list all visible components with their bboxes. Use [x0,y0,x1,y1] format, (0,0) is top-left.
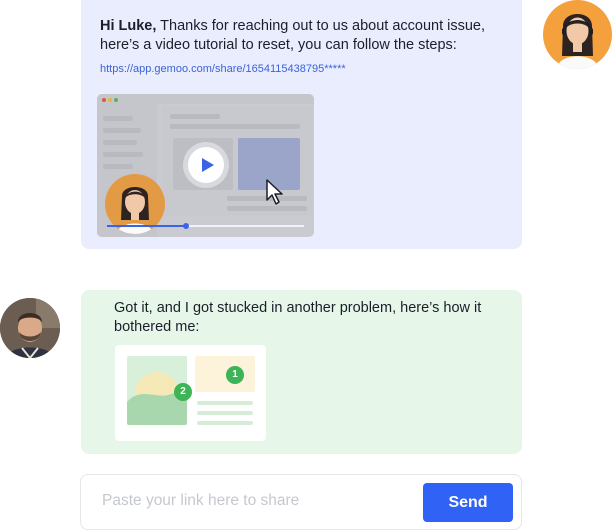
video-progress-fill [107,225,186,227]
window-maximize-dot [114,98,118,102]
agent-message-body: Thanks for reaching out to us about acco… [100,18,486,53]
agent-avatar [543,0,612,69]
image-attachment[interactable]: 1 2 [115,345,266,441]
agent-message-text: Hi Luke, Thanks for reaching out to us a… [100,17,510,55]
message-composer: Send [80,474,522,530]
placeholder-line [103,140,137,145]
video-progress-handle[interactable] [182,223,189,229]
cursor-icon [266,179,283,205]
window-minimize-dot [108,98,112,102]
play-button[interactable] [188,147,224,183]
send-button[interactable]: Send [423,483,513,522]
placeholder-line [197,411,253,415]
link-input[interactable] [102,492,402,510]
note-card [195,356,255,392]
placeholder-line [197,401,253,405]
step-badge-1: 1 [226,366,244,384]
placeholder-line [103,152,143,157]
placeholder-line [170,124,300,129]
window-close-dot [102,98,106,102]
user-avatar [0,298,60,358]
share-link[interactable]: https://app.gemoo.com/share/165411543879… [100,63,346,75]
placeholder-line [197,421,253,425]
placeholder-line [103,128,141,133]
placeholder-line [170,114,220,119]
placeholder-line [103,164,133,169]
play-icon [202,158,214,172]
agent-message-bubble: Hi Luke, Thanks for reaching out to us a… [81,0,522,249]
user-message-bubble: Got it, and I got stucked in another pro… [81,290,522,454]
placeholder-line [227,206,307,211]
agent-greeting: Hi Luke, [100,18,157,34]
placeholder-line [103,116,133,121]
user-message-text: Got it, and I got stucked in another pro… [114,300,482,335]
video-window-titlebar [97,94,314,104]
video-tutorial-thumbnail[interactable] [97,94,314,237]
step-badge-2: 2 [174,383,192,401]
